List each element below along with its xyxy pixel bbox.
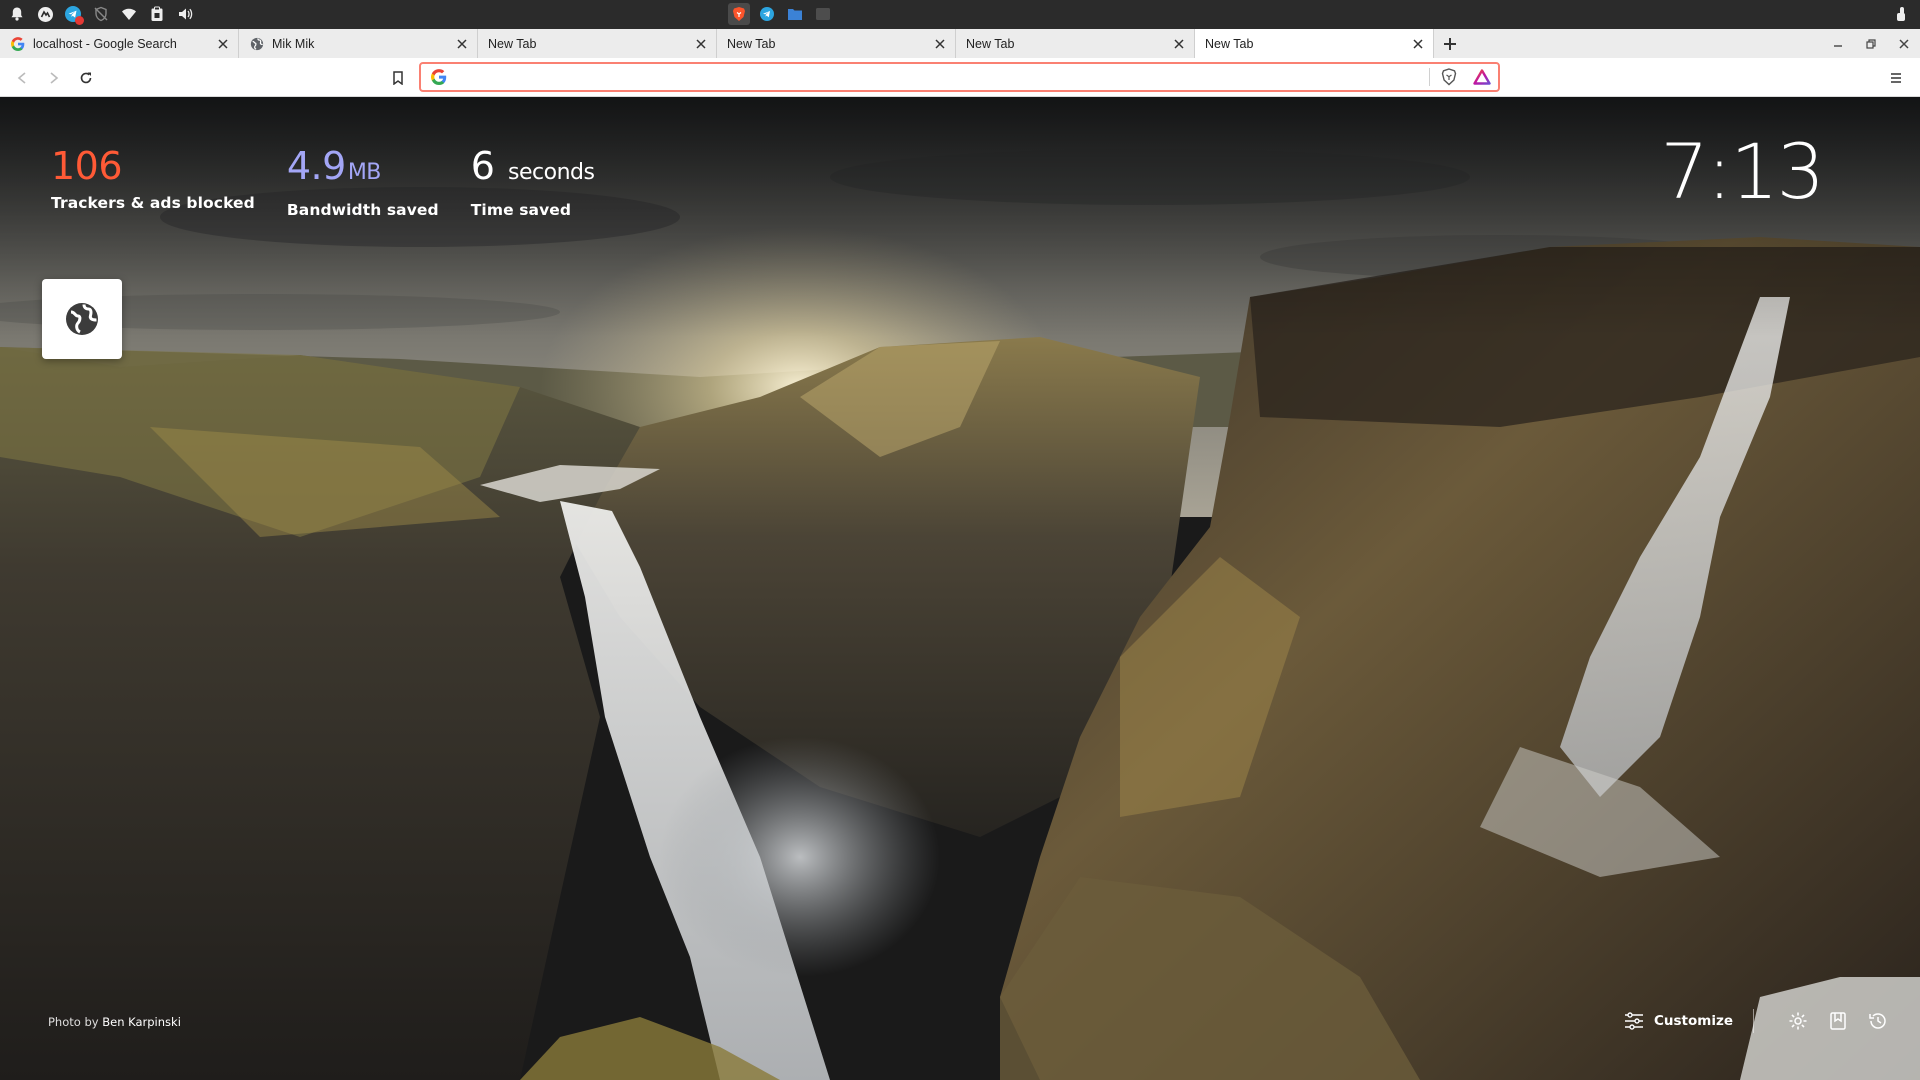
close-tab-icon[interactable] xyxy=(453,35,471,53)
clipboard-icon[interactable] xyxy=(146,3,168,25)
tab-mik-mik[interactable]: Mik Mik xyxy=(239,29,478,58)
photo-credit-prefix: Photo by xyxy=(48,1015,99,1029)
time-unit: seconds xyxy=(508,160,595,185)
ntp-bottom-controls: Customize xyxy=(1620,1007,1890,1035)
tab-title: New Tab xyxy=(488,36,537,51)
telegram-icon[interactable] xyxy=(62,3,84,25)
bookmarks-icon xyxy=(1830,1012,1846,1030)
globe-icon xyxy=(249,36,264,51)
close-tab-icon[interactable] xyxy=(214,35,232,53)
history-icon xyxy=(1869,1013,1886,1029)
stat-time-saved: 6 seconds Time saved xyxy=(471,142,595,219)
tab-new-tab[interactable]: New Tab xyxy=(956,29,1195,58)
trackers-count: 106 xyxy=(51,144,123,188)
history-button[interactable] xyxy=(1866,1009,1890,1033)
photo-credit-author[interactable]: Ben Karpinski xyxy=(102,1015,181,1029)
power-user-icon[interactable] xyxy=(1890,3,1912,25)
close-tab-icon[interactable] xyxy=(1409,35,1427,53)
stat-bandwidth-saved: 4.9MB Bandwidth saved xyxy=(287,142,439,219)
window-controls xyxy=(1821,29,1920,58)
time-label: Time saved xyxy=(470,201,572,219)
close-tab-icon[interactable] xyxy=(1170,35,1188,53)
tab-new-tab-active[interactable]: New Tab xyxy=(1195,29,1434,58)
new-tab-page: 106 Trackers & ads blocked 4.9MB Bandwid… xyxy=(0,97,1920,1080)
customize-label: Customize xyxy=(1654,1013,1733,1029)
brave-rewards-button[interactable] xyxy=(1471,66,1493,88)
volume-icon[interactable] xyxy=(174,3,196,25)
tab-title: New Tab xyxy=(966,36,1015,51)
back-arrow-icon xyxy=(17,72,26,84)
brave-rewards-triangle-icon xyxy=(1473,69,1491,85)
bottom-divider xyxy=(1753,1009,1754,1033)
brave-shield-icon xyxy=(1441,68,1457,86)
system-tray-left xyxy=(6,3,196,25)
new-tab-button[interactable] xyxy=(1434,29,1466,58)
vpn-off-icon[interactable] xyxy=(90,3,112,25)
tab-localhost-search[interactable]: localhost - Google Search xyxy=(0,29,239,58)
restore-button[interactable] xyxy=(1854,29,1887,58)
bookmark-icon xyxy=(393,71,403,85)
tab-new-tab[interactable]: New Tab xyxy=(478,29,717,58)
stat-trackers-blocked: 106 Trackers & ads blocked xyxy=(51,142,255,219)
google-icon xyxy=(10,36,25,51)
plus-icon xyxy=(1444,37,1456,50)
tab-title: New Tab xyxy=(1205,36,1254,51)
telegram-app-icon[interactable] xyxy=(756,3,778,25)
forward-arrow-icon xyxy=(50,72,59,84)
gear-icon xyxy=(1789,1012,1807,1030)
tab-strip: localhost - Google Search Mik Mik New Ta… xyxy=(0,29,1920,58)
brave-stats: 106 Trackers & ads blocked 4.9MB Bandwid… xyxy=(51,142,595,219)
system-panel xyxy=(0,0,1920,29)
tab-new-tab[interactable]: New Tab xyxy=(717,29,956,58)
tab-title: Mik Mik xyxy=(272,36,315,51)
time-value: 6 xyxy=(470,144,495,188)
tab-title: New Tab xyxy=(727,36,776,51)
minimize-button[interactable] xyxy=(1821,29,1854,58)
photo-credit: Photo by Ben Karpinski xyxy=(48,1015,181,1029)
terminal-app-icon[interactable] xyxy=(812,3,834,25)
main-menu-button[interactable] xyxy=(1884,66,1908,90)
sliders-icon xyxy=(1625,1012,1643,1030)
bandwidth-unit: MB xyxy=(347,160,382,185)
bandwidth-label: Bandwidth saved xyxy=(286,201,439,219)
waterfall-canyon-background-image xyxy=(0,97,1920,1080)
address-bar-divider xyxy=(1429,68,1430,86)
google-search-engine-icon xyxy=(431,69,447,85)
reload-icon xyxy=(80,72,92,84)
bandwidth-value: 4.9 xyxy=(286,144,346,188)
clock: 7:13 xyxy=(1660,127,1825,216)
reload-button[interactable] xyxy=(74,66,98,90)
customize-button[interactable]: Customize xyxy=(1620,1012,1753,1030)
close-tab-icon[interactable] xyxy=(931,35,949,53)
bookmarks-button[interactable] xyxy=(1826,1009,1850,1033)
forward-button[interactable] xyxy=(42,66,66,90)
brave-app-icon[interactable] xyxy=(728,3,750,25)
taskbar-apps xyxy=(728,3,834,25)
notification-bell-icon[interactable] xyxy=(6,3,28,25)
hamburger-menu-icon xyxy=(1891,73,1901,83)
close-window-button[interactable] xyxy=(1887,29,1920,58)
bookmark-button[interactable] xyxy=(386,66,410,90)
globe-icon xyxy=(66,303,98,335)
browser-toolbar xyxy=(0,58,1920,97)
settings-button[interactable] xyxy=(1786,1009,1810,1033)
file-manager-app-icon[interactable] xyxy=(784,3,806,25)
system-tray-right xyxy=(1890,3,1912,25)
wifi-icon[interactable] xyxy=(118,3,140,25)
close-tab-icon[interactable] xyxy=(692,35,710,53)
trackers-label: Trackers & ads blocked xyxy=(51,194,255,212)
messenger-icon[interactable] xyxy=(34,3,56,25)
back-button[interactable] xyxy=(10,66,34,90)
tab-title: localhost - Google Search xyxy=(33,36,177,51)
address-bar[interactable] xyxy=(419,62,1500,92)
address-input[interactable] xyxy=(455,66,1415,88)
brave-shields-button[interactable] xyxy=(1438,66,1460,88)
top-site-tile[interactable] xyxy=(42,279,122,359)
